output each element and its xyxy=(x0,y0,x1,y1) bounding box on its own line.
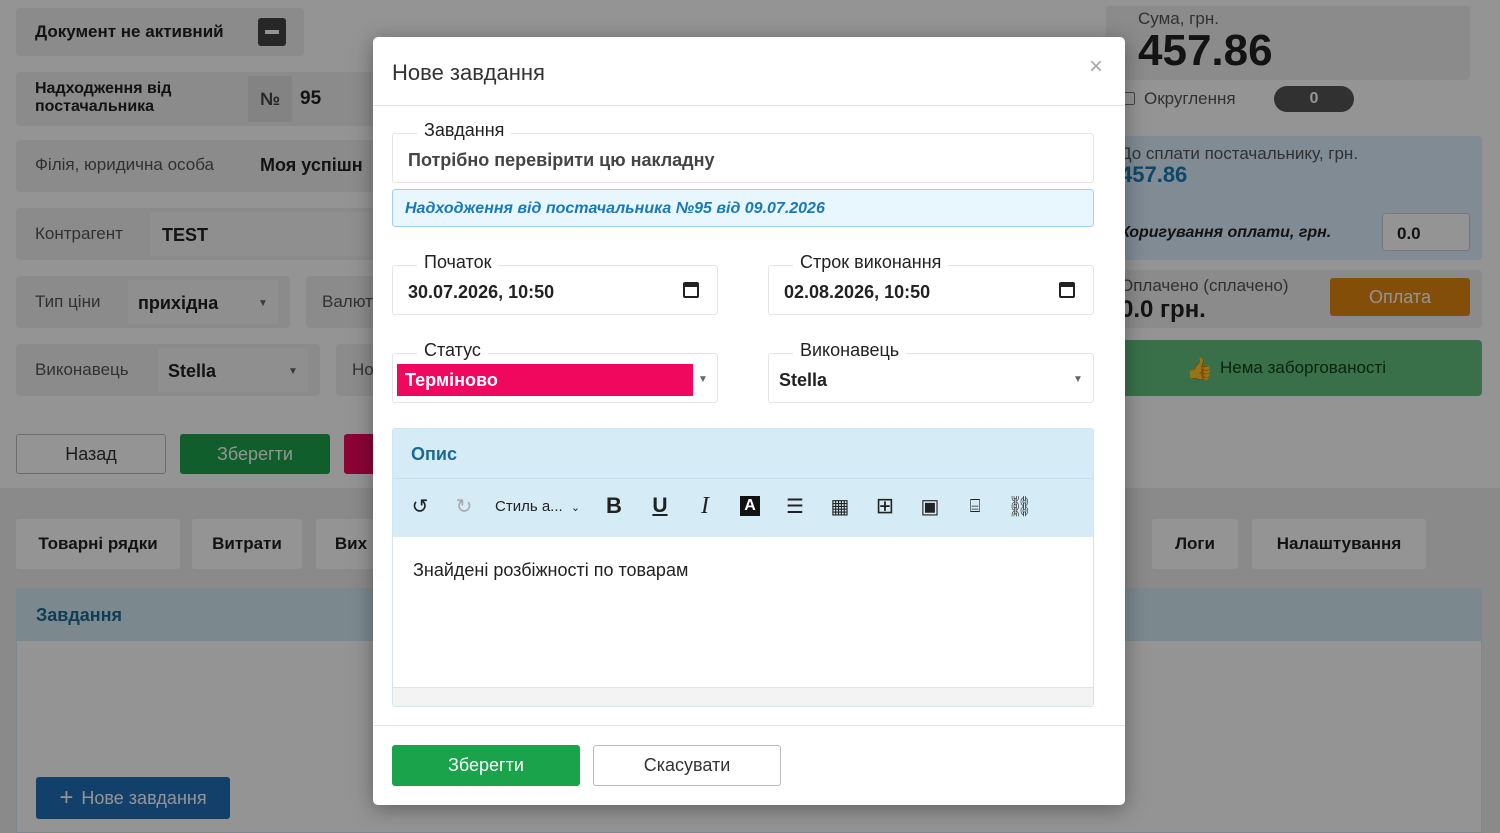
video-icon[interactable]: ⌸ xyxy=(962,493,988,519)
link-icon[interactable]: ⛓ xyxy=(1007,493,1033,519)
style-dropdown-label: Стиль а... xyxy=(495,498,563,515)
source-doc-info: Надходження від постачальника №95 від 09… xyxy=(392,189,1094,227)
underline-icon[interactable]: U xyxy=(647,493,673,519)
italic-icon[interactable]: I xyxy=(692,493,718,519)
modal-cancel-button[interactable]: Скасувати xyxy=(593,745,781,786)
chevron-down-icon: ▼ xyxy=(1073,374,1083,385)
due-legend: Строк виконання xyxy=(793,252,949,273)
new-task-modal: Нове завдання × Завдання Потрібно переві… xyxy=(373,37,1125,805)
task-legend: Завдання xyxy=(417,120,512,141)
executor-fieldset: Виконавець Stella ▼ xyxy=(768,340,1094,403)
description-header: Опис xyxy=(411,444,457,464)
modal-header-divider xyxy=(373,105,1125,106)
description-header-bar: Опис xyxy=(393,429,1093,479)
table-icon[interactable]: ⊞ xyxy=(872,493,898,519)
due-fieldset: Строк виконання 02.08.2026, 10:50 xyxy=(768,252,1094,315)
calendar-icon[interactable] xyxy=(1059,282,1075,298)
chevron-down-icon: ▼ xyxy=(698,374,708,385)
source-doc-link[interactable]: Надходження від постачальника №95 від 09… xyxy=(405,200,825,218)
grid-icon[interactable]: ▦ xyxy=(827,493,853,519)
editor-statusbar xyxy=(393,687,1093,706)
status-fieldset: Статус Терміново ▼ xyxy=(392,340,718,403)
description-editor: Опис ↺ ↻ Стиль а... ⌄ B U I A ☰ ▦ ⊞ ▣ ⌸ … xyxy=(392,428,1094,707)
start-legend: Початок xyxy=(417,252,499,273)
undo-icon[interactable]: ↺ xyxy=(407,493,433,519)
modal-title: Нове завдання xyxy=(392,60,545,85)
calendar-icon[interactable] xyxy=(683,282,699,298)
status-select[interactable]: Терміново xyxy=(397,364,693,396)
modal-footer-divider xyxy=(373,725,1125,726)
start-input[interactable]: 30.07.2026, 10:50 xyxy=(408,282,554,303)
style-dropdown[interactable]: Стиль а... ⌄ xyxy=(495,498,580,515)
start-fieldset: Початок 30.07.2026, 10:50 xyxy=(392,252,718,315)
editor-toolbar: ↺ ↻ Стиль а... ⌄ B U I A ☰ ▦ ⊞ ▣ ⌸ ⛓ xyxy=(393,479,1093,537)
ordered-list-icon[interactable]: ☰ xyxy=(782,493,808,519)
bold-icon[interactable]: B xyxy=(601,493,627,519)
editor-text: Знайдені розбіжності по товарам xyxy=(413,560,689,580)
redo-icon[interactable]: ↻ xyxy=(451,493,477,519)
executor-select[interactable]: Stella xyxy=(779,370,827,391)
image-icon[interactable]: ▣ xyxy=(917,493,943,519)
task-fieldset: Завдання Потрібно перевірити цю накладну xyxy=(392,120,1094,183)
editor-content[interactable]: Знайдені розбіжності по товарам xyxy=(393,537,1093,687)
modal-save-button[interactable]: Зберегти xyxy=(392,745,580,786)
close-icon[interactable]: × xyxy=(1089,53,1103,81)
status-legend: Статус xyxy=(417,340,488,361)
chevron-down-icon: ⌄ xyxy=(570,502,581,514)
due-input[interactable]: 02.08.2026, 10:50 xyxy=(784,282,930,303)
text-color-icon[interactable]: A xyxy=(737,493,763,519)
executor-legend: Виконавець xyxy=(793,340,907,361)
task-input[interactable]: Потрібно перевірити цю накладну xyxy=(408,150,714,171)
